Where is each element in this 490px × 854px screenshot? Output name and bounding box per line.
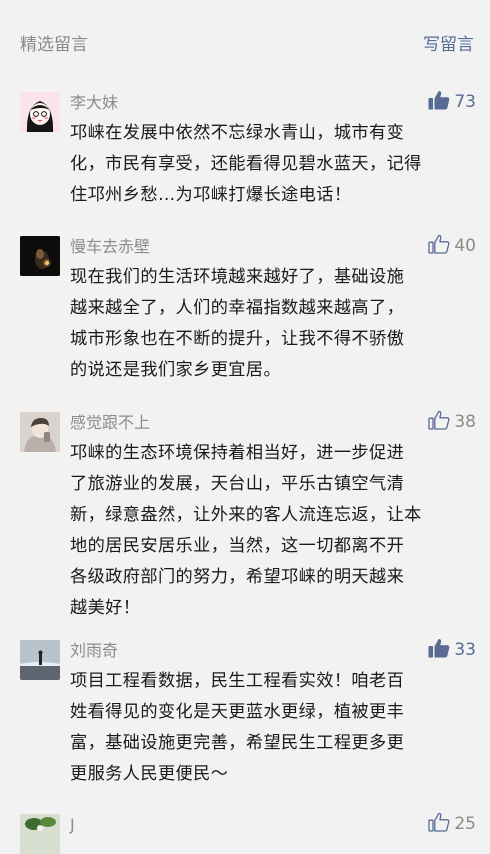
like-count: 25	[454, 814, 476, 834]
avatar[interactable]	[20, 92, 60, 132]
like-count: 33	[454, 640, 476, 660]
comment-line: 更服务人民更便民～	[70, 764, 229, 784]
comment-line: 城市形象也在不断的提升，让我不得不骄傲	[70, 329, 405, 349]
comment-line: 新，绿意盎然，让外来的客人流连忘返，让本	[70, 505, 422, 525]
comment-nickname: 刘雨奇	[70, 641, 119, 660]
thumbs-up-outline-icon	[428, 234, 450, 258]
like-count: 38	[454, 412, 476, 432]
comment-line: 越美好！	[70, 598, 141, 618]
comment-text: 现在我们的生活环境越来越好了，基础设施 越来越全了，人们的幸福指数越来越高了， …	[70, 262, 470, 386]
comment-line: 姓看得见的变化是天更蓝水更绿，植被更丰	[70, 702, 405, 722]
thumbs-up-outline-icon	[428, 812, 450, 836]
comment-nickname: 慢车去赤壁	[70, 237, 151, 256]
avatar[interactable]	[20, 236, 60, 276]
comment-text: 项目工程看数据，民生工程看实效！咱老百 姓看得见的变化是天更蓝水更绿，植被更丰 …	[70, 666, 470, 790]
like-button[interactable]: 40	[428, 234, 476, 258]
comment-text: 邛崃的生态环境保持着相当好，进一步促进 了旅游业的发展，天台山，平乐古镇空气清 …	[70, 438, 470, 624]
comment-line: 化，市民有享受，还能看得见碧水蓝天，记得	[70, 154, 422, 174]
section-title: 精选留言	[20, 35, 88, 55]
comment-line: 邛崃的生态环境保持着相当好，进一步促进	[70, 443, 405, 463]
write-comment-link[interactable]: 写留言	[423, 30, 474, 55]
comment-nickname: 感觉跟不上	[70, 413, 151, 432]
like-button[interactable]: 25	[428, 812, 476, 836]
thumbs-up-filled-icon	[428, 638, 450, 662]
thumbs-up-filled-icon	[428, 90, 450, 114]
comment-line: 的说还是我们家乡更宜居。	[70, 360, 282, 380]
comment-line: 项目工程看数据，民生工程看实效！咱老百	[70, 671, 405, 691]
comment-nickname: J	[70, 815, 75, 834]
avatar[interactable]	[20, 814, 60, 854]
like-count: 73	[454, 92, 476, 112]
comments-header: 精选留言 写留言	[0, 0, 490, 84]
comment-text: 邛崃在发展中依然不忘绿水青山，城市有变 化，市民有享受，还能看得见碧水蓝天，记得…	[70, 118, 470, 211]
comment-line: 地的居民安居乐业，当然，这一切都离不开	[70, 536, 405, 556]
avatar[interactable]	[20, 412, 60, 452]
comment-line: 各级政府部门的努力，希望邛崃的明天越来	[70, 567, 405, 587]
avatar[interactable]	[20, 640, 60, 680]
like-button[interactable]: 33	[428, 638, 476, 662]
comment-line: 富，基础设施更完善，希望民生工程更多更	[70, 733, 405, 753]
thumbs-up-outline-icon	[428, 410, 450, 434]
like-button[interactable]: 73	[428, 90, 476, 114]
comment-line: 越来越全了，人们的幸福指数越来越高了，	[70, 298, 405, 318]
comment-line: 了旅游业的发展，天台山，平乐古镇空气清	[70, 474, 405, 494]
comment-line: 住邛州乡愁…为邛崃打爆长途电话！	[70, 185, 352, 205]
comment-line: 邛崃在发展中依然不忘绿水青山，城市有变	[70, 123, 405, 143]
comment-line: 现在我们的生活环境越来越好了，基础设施	[70, 267, 405, 287]
like-button[interactable]: 38	[428, 410, 476, 434]
comment-nickname: 李大妹	[70, 93, 119, 112]
like-count: 40	[454, 236, 476, 256]
